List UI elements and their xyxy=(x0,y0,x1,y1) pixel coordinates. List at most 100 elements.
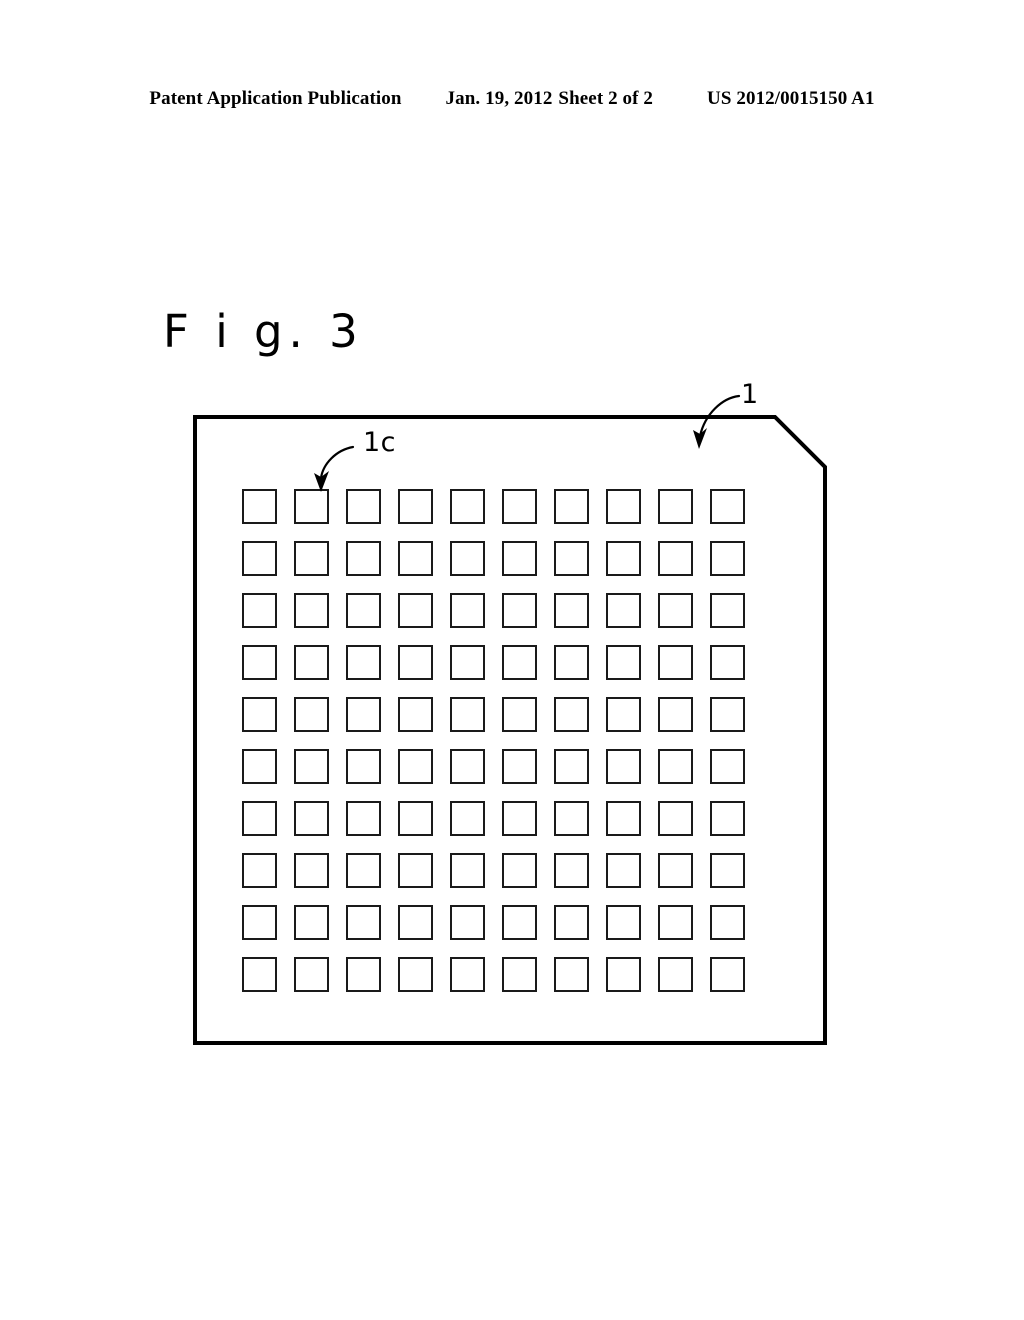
grid-cell-row10-col2 xyxy=(294,957,329,992)
grid-cell-row10-col1 xyxy=(242,957,277,992)
grid-cell-row1-col6 xyxy=(502,489,537,524)
leader-arrowhead-1c xyxy=(314,471,329,492)
figure-label: F i g. 3 xyxy=(163,305,364,358)
grid-cell-row2-col7 xyxy=(554,541,589,576)
grid-cell-row9-col4 xyxy=(398,905,433,940)
grid-cell-row10-col4 xyxy=(398,957,433,992)
grid-cell-row7-col6 xyxy=(502,801,537,836)
grid-cell-row8-col6 xyxy=(502,853,537,888)
grid-cell-row6-col1 xyxy=(242,749,277,784)
grid-cell-row9-col2 xyxy=(294,905,329,940)
header-publication-title: Patent Application Publication xyxy=(149,88,402,109)
header-sheet-number: Sheet 2 of 2 xyxy=(558,88,654,109)
grid-cell-row2-col4 xyxy=(398,541,433,576)
grid-cell-row1-col2 xyxy=(294,489,329,524)
grid-cell-row7-col5 xyxy=(450,801,485,836)
grid-cell-row3-col10 xyxy=(710,593,745,628)
grid-cell-row3-col6 xyxy=(502,593,537,628)
grid-cell-row5-col9 xyxy=(658,697,693,732)
grid-cell-row1-col5 xyxy=(450,489,485,524)
grid-cell-row5-col10 xyxy=(710,697,745,732)
header-publication-date: Jan. 19, 2012 xyxy=(445,88,553,109)
grid-cell-row7-col8 xyxy=(606,801,641,836)
grid-cell-row2-col10 xyxy=(710,541,745,576)
grid-cell-row6-col10 xyxy=(710,749,745,784)
grid-cell-row1-col3 xyxy=(346,489,381,524)
grid-cell-row4-col6 xyxy=(502,645,537,680)
leader-arrowhead-1 xyxy=(693,428,707,449)
grid-cell-row4-col5 xyxy=(450,645,485,680)
grid-cell-row8-col7 xyxy=(554,853,589,888)
grid-cell-row9-col7 xyxy=(554,905,589,940)
grid-cell-row4-col9 xyxy=(658,645,693,680)
grid-cell-row1-col4 xyxy=(398,489,433,524)
cell-grid xyxy=(242,489,745,992)
grid-cell-row7-col10 xyxy=(710,801,745,836)
grid-cell-row2-col2 xyxy=(294,541,329,576)
grid-cell-row4-col1 xyxy=(242,645,277,680)
grid-cell-row8-col3 xyxy=(346,853,381,888)
grid-cell-row6-col9 xyxy=(658,749,693,784)
grid-cell-row6-col2 xyxy=(294,749,329,784)
grid-cell-row2-col3 xyxy=(346,541,381,576)
grid-cell-row9-col3 xyxy=(346,905,381,940)
grid-cell-row6-col4 xyxy=(398,749,433,784)
grid-cell-row7-col9 xyxy=(658,801,693,836)
grid-cell-row8-col9 xyxy=(658,853,693,888)
grid-cell-row1-col1 xyxy=(242,489,277,524)
grid-cell-row9-col10 xyxy=(710,905,745,940)
grid-cell-row3-col2 xyxy=(294,593,329,628)
grid-cell-row9-col9 xyxy=(658,905,693,940)
grid-cell-row6-col5 xyxy=(450,749,485,784)
reference-numeral-1c: 1c xyxy=(363,427,397,458)
grid-cell-row2-col9 xyxy=(658,541,693,576)
grid-cell-row8-col2 xyxy=(294,853,329,888)
grid-cell-row7-col4 xyxy=(398,801,433,836)
grid-cell-row4-col7 xyxy=(554,645,589,680)
grid-cell-row9-col5 xyxy=(450,905,485,940)
grid-cell-row9-col6 xyxy=(502,905,537,940)
grid-cell-row5-col1 xyxy=(242,697,277,732)
grid-cell-row3-col3 xyxy=(346,593,381,628)
grid-cell-row9-col1 xyxy=(242,905,277,940)
substrate-outline xyxy=(193,415,827,1045)
grid-cell-row6-col6 xyxy=(502,749,537,784)
grid-cell-row1-col10 xyxy=(710,489,745,524)
grid-cell-row8-col1 xyxy=(242,853,277,888)
grid-cell-row8-col8 xyxy=(606,853,641,888)
grid-cell-row5-col7 xyxy=(554,697,589,732)
grid-cell-row3-col4 xyxy=(398,593,433,628)
grid-cell-row4-col3 xyxy=(346,645,381,680)
grid-cell-row6-col3 xyxy=(346,749,381,784)
grid-cell-row7-col3 xyxy=(346,801,381,836)
grid-cell-row10-col7 xyxy=(554,957,589,992)
grid-cell-row10-col3 xyxy=(346,957,381,992)
grid-cell-row5-col2 xyxy=(294,697,329,732)
grid-cell-row10-col5 xyxy=(450,957,485,992)
page-header: Patent Application Publication Jan. 19, … xyxy=(0,88,1024,114)
grid-cell-row7-col1 xyxy=(242,801,277,836)
grid-cell-row1-col8 xyxy=(606,489,641,524)
grid-cell-row1-col9 xyxy=(658,489,693,524)
grid-cell-row2-col6 xyxy=(502,541,537,576)
grid-cell-row2-col8 xyxy=(606,541,641,576)
grid-cell-row4-col10 xyxy=(710,645,745,680)
grid-cell-row9-col8 xyxy=(606,905,641,940)
grid-cell-row7-col7 xyxy=(554,801,589,836)
grid-cell-row3-col5 xyxy=(450,593,485,628)
reference-numeral-1: 1 xyxy=(741,379,759,410)
grid-cell-row3-col1 xyxy=(242,593,277,628)
patent-drawing-page: Patent Application Publication Jan. 19, … xyxy=(0,0,1024,1320)
grid-cell-row3-col7 xyxy=(554,593,589,628)
grid-cell-row10-col6 xyxy=(502,957,537,992)
grid-cell-row8-col10 xyxy=(710,853,745,888)
grid-cell-row5-col8 xyxy=(606,697,641,732)
grid-cell-row4-col2 xyxy=(294,645,329,680)
grid-cell-row4-col4 xyxy=(398,645,433,680)
grid-cell-row8-col4 xyxy=(398,853,433,888)
grid-cell-row10-col10 xyxy=(710,957,745,992)
grid-cell-row5-col6 xyxy=(502,697,537,732)
figure-drawing xyxy=(0,0,1024,1320)
leader-line-1 xyxy=(698,394,741,438)
leader-line-1c xyxy=(319,445,355,480)
